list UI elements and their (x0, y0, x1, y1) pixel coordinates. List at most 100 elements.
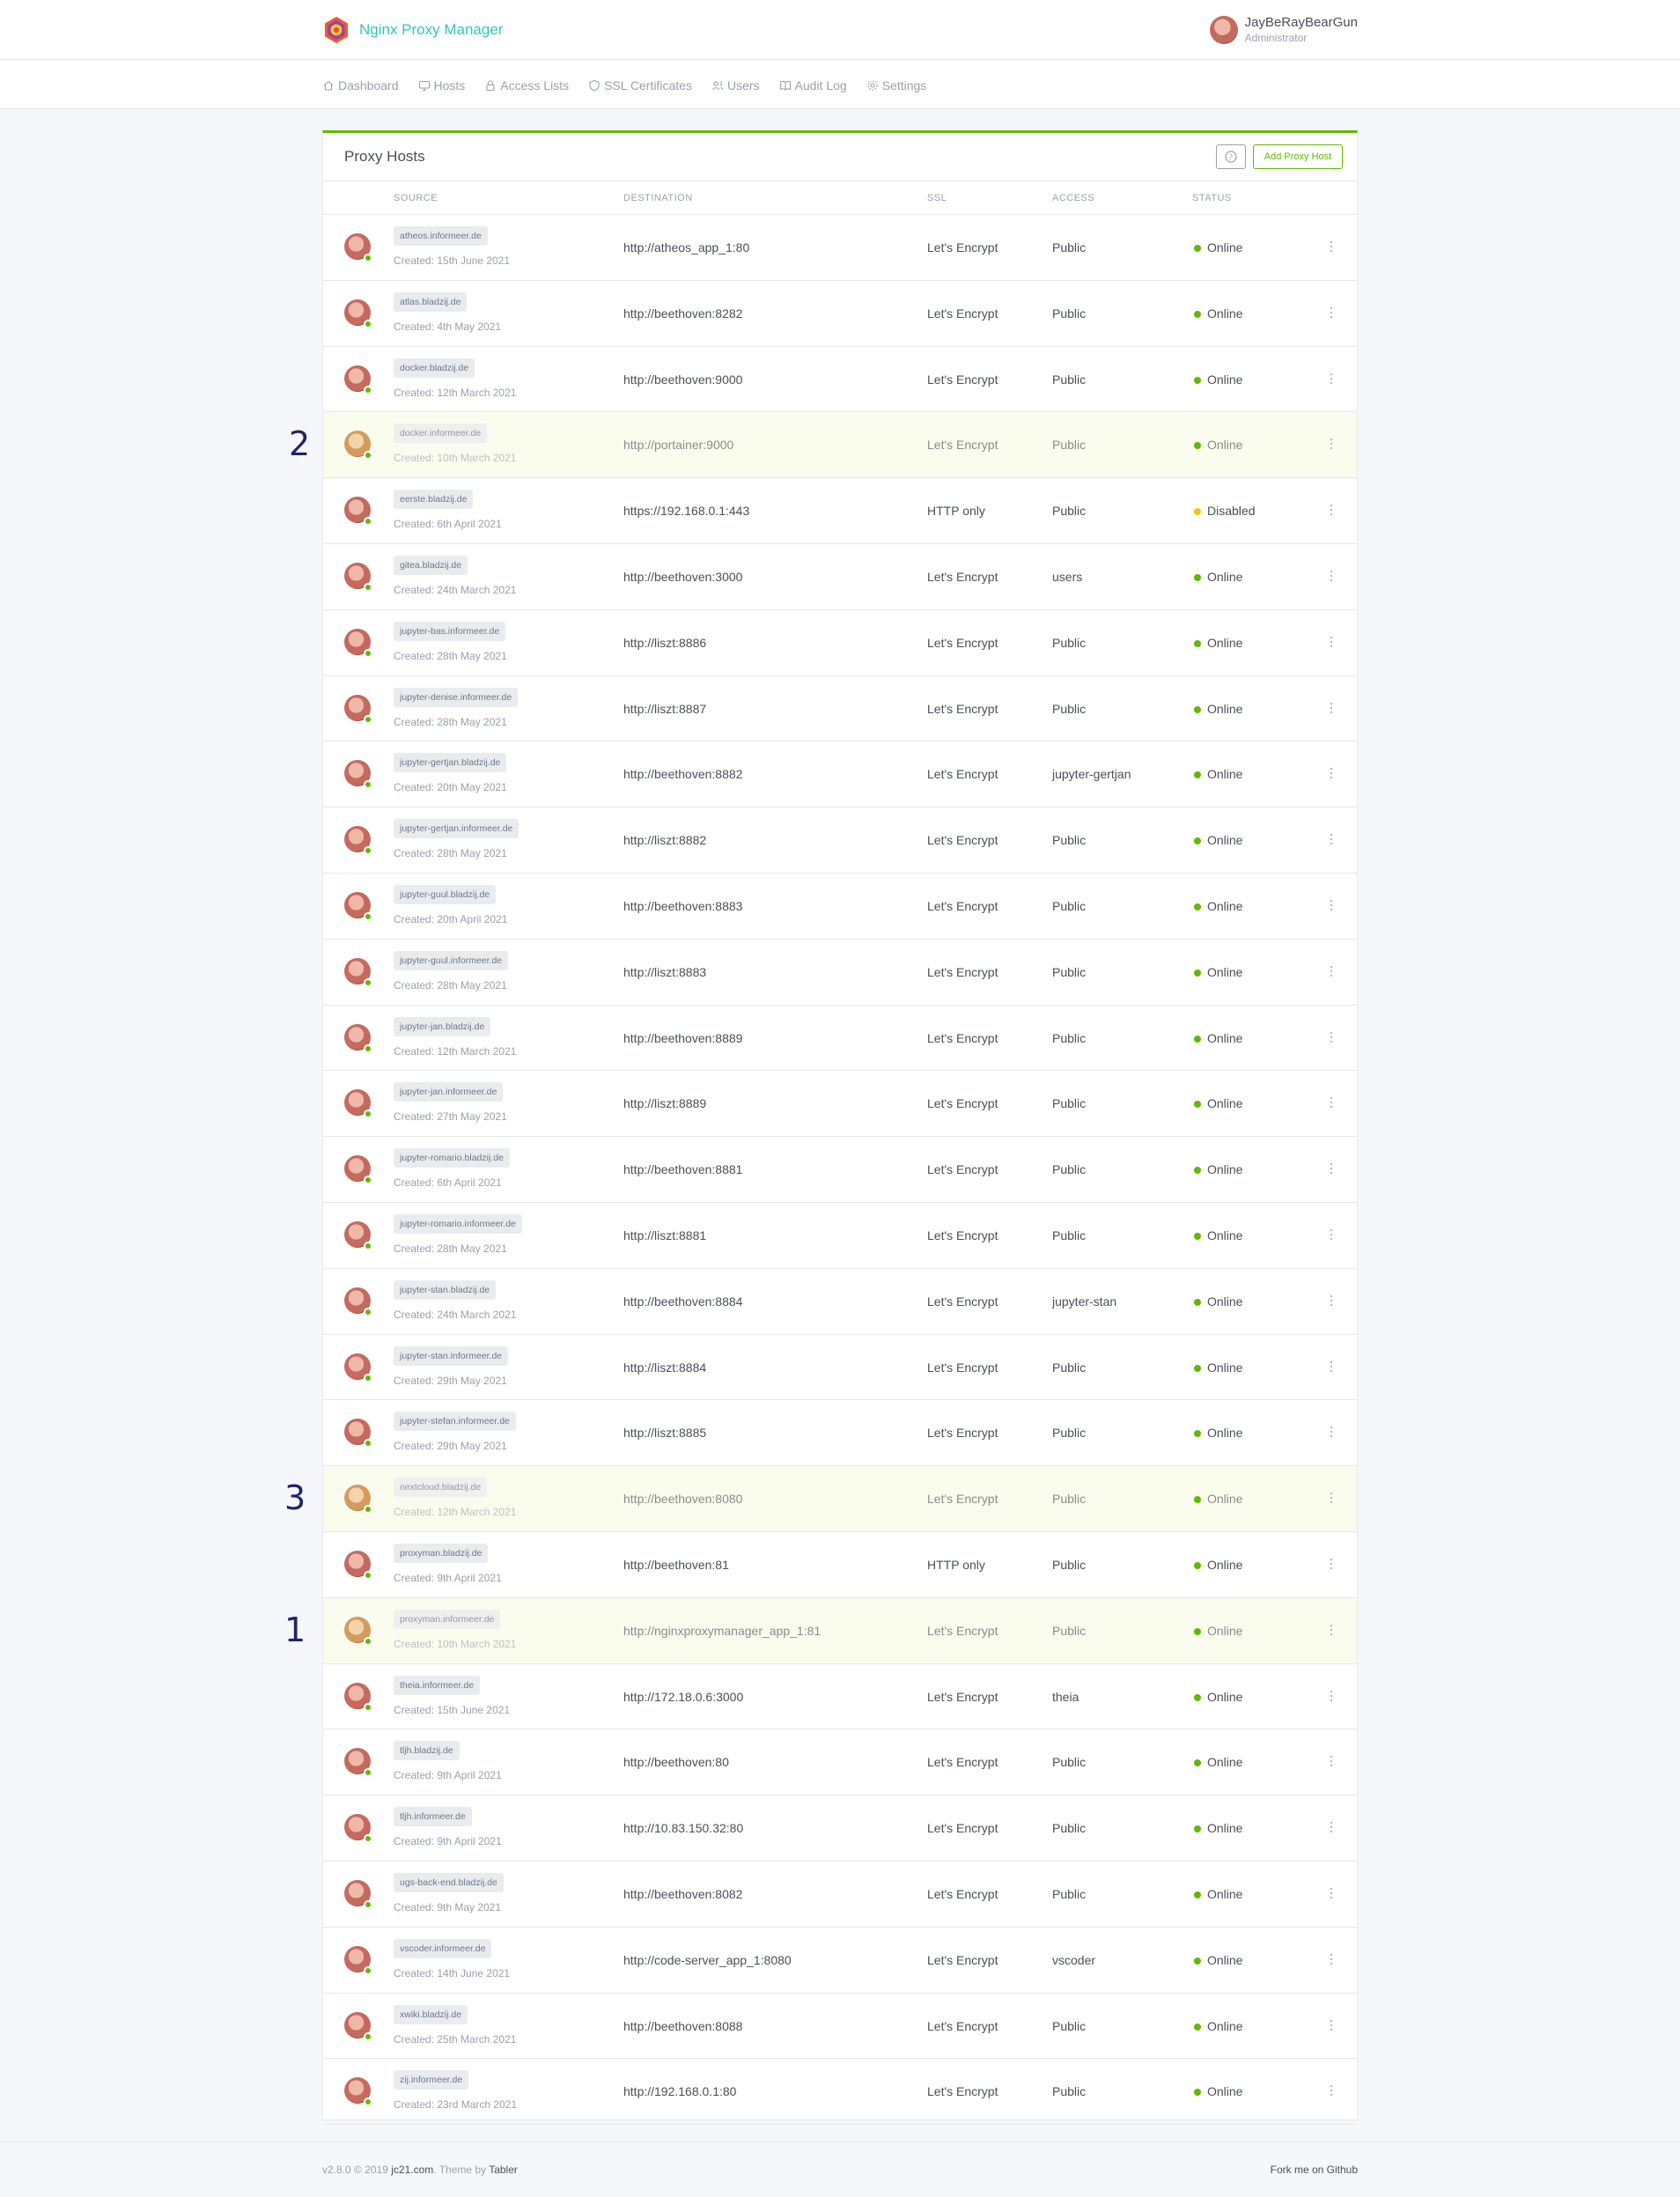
row-menu-icon[interactable] (1327, 700, 1336, 718)
row-menu-icon[interactable] (1327, 239, 1336, 256)
table-row[interactable]: proxyman.informeer.de Created: 10th March… (323, 1597, 1357, 1664)
row-menu-icon[interactable] (1327, 634, 1336, 652)
table-row[interactable]: jupyter-bas.informeer.de Created: 28th Ma… (323, 610, 1357, 676)
source-domain-tag[interactable]: jupyter-romario.informeer.de (394, 1213, 522, 1234)
table-row[interactable]: docker.bladzij.de Created: 12th March 202… (323, 347, 1357, 413)
source-domain-tag[interactable]: ugs-back-end.bladzij.de (394, 1872, 504, 1892)
row-menu-icon[interactable] (1327, 1688, 1336, 1706)
source-domain-tag[interactable]: tljh.bladzij.de (394, 1741, 460, 1761)
row-menu-icon[interactable] (1327, 1293, 1336, 1310)
add-proxy-host-button[interactable]: Add Proxy Host (1253, 144, 1343, 169)
table-row[interactable]: eerste.bladzij.de Created: 6th April 2021… (323, 478, 1357, 544)
table-row[interactable]: vscoder.informeer.de Created: 14th June 2… (323, 1928, 1357, 1994)
footer-theme-link[interactable]: Tabler (489, 2164, 518, 2176)
row-menu-icon[interactable] (1327, 305, 1336, 322)
source-domain-tag[interactable]: jupyter-jan.bladzij.de (394, 1016, 491, 1036)
nav-item-users[interactable]: Users (711, 78, 760, 92)
row-menu-icon[interactable] (1327, 963, 1336, 981)
row-menu-icon[interactable] (1327, 1885, 1336, 1903)
table-row[interactable]: jupyter-guul.informeer.de Created: 28th M… (323, 940, 1357, 1006)
source-domain-tag[interactable]: xwiki.bladzij.de (394, 2004, 468, 2024)
user-menu[interactable]: JayBeRayBearGun Administrator (1209, 14, 1358, 46)
row-menu-icon[interactable] (1327, 502, 1336, 520)
row-menu-icon[interactable] (1327, 765, 1336, 783)
source-domain-tag[interactable]: nextcloud.bladzij.de (394, 1478, 488, 1498)
table-row[interactable]: jupyter-stan.bladzij.de Created: 24th Mar… (323, 1269, 1357, 1335)
table-row[interactable]: jupyter-denise.informeer.de Created: 28th… (323, 676, 1357, 742)
table-row[interactable]: tljh.informeer.de Created: 9th April 2021… (323, 1795, 1357, 1862)
source-domain-tag[interactable]: jupyter-denise.informeer.de (394, 687, 519, 707)
table-row[interactable]: jupyter-romario.informeer.de Created: 28t… (323, 1203, 1357, 1269)
nav-item-settings[interactable]: Settings (866, 78, 926, 92)
table-row[interactable]: theia.informeer.de Created: 15th June 202… (323, 1664, 1357, 1730)
nav-item-dashboard[interactable]: Dashboard (322, 78, 399, 92)
table-row[interactable]: jupyter-gertjan.bladzij.de Created: 20th … (323, 741, 1357, 808)
table-row[interactable]: zij.informeer.de Created: 23rd March 2021… (323, 2059, 1357, 2126)
table-row[interactable]: xwiki.bladzij.de Created: 25th March 2021… (323, 1994, 1357, 2060)
table-row[interactable]: nextcloud.bladzij.de Created: 12th March … (323, 1466, 1357, 1532)
source-domain-tag[interactable]: proxyman.informeer.de (394, 1609, 501, 1629)
source-domain-tag[interactable]: jupyter-guul.bladzij.de (394, 884, 497, 904)
source-domain-tag[interactable]: jupyter-stan.bladzij.de (394, 1279, 497, 1300)
source-domain-tag[interactable]: eerste.bladzij.de (394, 490, 474, 510)
source-domain-tag[interactable]: jupyter-stefan.informeer.de (394, 1412, 516, 1432)
row-menu-icon[interactable] (1327, 831, 1336, 849)
nav-item-hosts[interactable]: Hosts (418, 78, 465, 92)
source-domain-tag[interactable]: docker.bladzij.de (394, 358, 475, 378)
table-row[interactable]: jupyter-jan.bladzij.de Created: 12th Marc… (323, 1006, 1357, 1072)
row-menu-icon[interactable] (1327, 897, 1336, 915)
table-row[interactable]: atheos.informeer.de Created: 15th June 20… (323, 215, 1357, 281)
table-row[interactable]: docker.informeer.de Created: 10th March 2… (323, 412, 1357, 479)
table-row[interactable]: jupyter-romario.bladzij.de Created: 6th A… (323, 1137, 1357, 1203)
source-domain-tag[interactable]: atheos.informeer.de (394, 226, 488, 246)
source-domain-tag[interactable]: vscoder.informeer.de (394, 1938, 492, 1958)
row-menu-icon[interactable] (1327, 1556, 1336, 1574)
row-menu-icon[interactable] (1327, 568, 1336, 586)
nav-item-audit-log[interactable]: Audit Log (779, 78, 847, 92)
table-row[interactable]: gitea.bladzij.de Created: 24th March 2021… (323, 544, 1357, 610)
source-domain-tag[interactable]: jupyter-guul.informeer.de (394, 950, 509, 970)
table-row[interactable]: jupyter-gertjan.informeer.de Created: 28t… (323, 807, 1357, 874)
help-button[interactable]: ? (1216, 144, 1246, 169)
row-menu-icon[interactable] (1327, 2017, 1336, 2035)
source-domain-tag[interactable]: gitea.bladzij.de (394, 555, 468, 575)
row-menu-icon[interactable] (1327, 1490, 1336, 1508)
row-menu-icon[interactable] (1327, 1951, 1336, 1969)
row-menu-icon[interactable] (1327, 1029, 1336, 1047)
source-domain-tag[interactable]: zij.informeer.de (394, 2070, 469, 2090)
row-menu-icon[interactable] (1327, 1161, 1336, 1178)
brand[interactable]: Nginx Proxy Manager (322, 14, 503, 46)
source-domain-tag[interactable]: atlas.bladzij.de (394, 291, 468, 312)
github-fork-link[interactable]: Fork me on Github (1271, 2164, 1358, 2176)
source-domain-tag[interactable]: docker.informeer.de (394, 424, 488, 444)
table-row[interactable]: jupyter-guul.bladzij.de Created: 20th Apr… (323, 874, 1357, 940)
row-menu-icon[interactable] (1327, 371, 1336, 388)
row-menu-icon[interactable] (1327, 1227, 1336, 1244)
row-menu-icon[interactable] (1327, 1095, 1336, 1112)
row-menu-icon[interactable] (1327, 1359, 1336, 1376)
table-row[interactable]: jupyter-stan.informeer.de Created: 29th M… (323, 1335, 1357, 1401)
row-menu-icon[interactable] (1327, 1753, 1336, 1771)
table-row[interactable]: proxyman.bladzij.de Created: 9th April 20… (323, 1532, 1357, 1598)
table-row[interactable]: atlas.bladzij.de Created: 4th May 2021 htt… (323, 281, 1357, 347)
table-row[interactable]: jupyter-stefan.informeer.de Created: 29th… (323, 1400, 1357, 1467)
source-domain-tag[interactable]: proxyman.bladzij.de (394, 1543, 489, 1563)
row-menu-icon[interactable] (1327, 1424, 1336, 1441)
row-menu-icon[interactable] (1327, 1819, 1336, 1837)
nav-item-ssl-certificates[interactable]: SSL Certificates (588, 78, 692, 92)
source-domain-tag[interactable]: jupyter-romario.bladzij.de (394, 1148, 510, 1169)
row-menu-icon[interactable] (1327, 436, 1336, 453)
source-domain-tag[interactable]: jupyter-bas.informeer.de (394, 621, 506, 641)
row-menu-icon[interactable] (1327, 2083, 1336, 2100)
table-row[interactable]: ugs-back-end.bladzij.de Created: 9th May … (323, 1862, 1357, 1928)
source-domain-tag[interactable]: jupyter-gertjan.informeer.de (394, 819, 519, 839)
source-domain-tag[interactable]: jupyter-jan.informeer.de (394, 1082, 504, 1102)
footer-site-link[interactable]: jc21.com (391, 2164, 433, 2176)
source-domain-tag[interactable]: tljh.informeer.de (394, 1807, 472, 1827)
nav-item-access-lists[interactable]: Access Lists (484, 78, 569, 92)
source-domain-tag[interactable]: jupyter-gertjan.bladzij.de (394, 753, 507, 773)
table-row[interactable]: tljh.bladzij.de Created: 9th April 2021 ht… (323, 1729, 1357, 1796)
source-domain-tag[interactable]: theia.informeer.de (394, 1675, 481, 1695)
table-row[interactable]: jupyter-jan.informeer.de Created: 27th Ma… (323, 1071, 1357, 1138)
row-menu-icon[interactable] (1327, 1622, 1336, 1640)
